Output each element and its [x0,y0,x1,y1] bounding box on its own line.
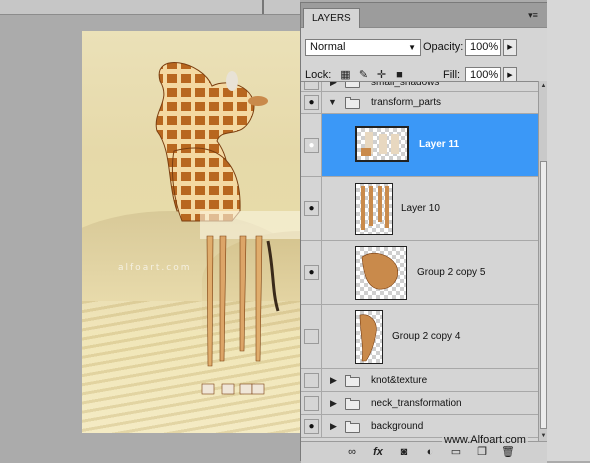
chevron-right-icon[interactable]: ▶ [330,398,337,409]
eye-off-icon[interactable] [304,373,319,388]
layer-name: knot&texture [371,375,428,386]
layer-name: background [371,421,424,432]
giraffe-head-thumbnail [361,253,398,290]
layer-row-group-2-copy-5[interactable]: ● Group 2 copy 5 [301,241,538,305]
opacity-label: Opacity: [423,41,464,53]
eye-icon[interactable]: ● [304,419,319,434]
canvas-watermark: alfoart.com [118,263,192,273]
blend-mode-select[interactable]: Normal ▼ [305,39,421,56]
folder-icon [345,398,360,410]
fill-label: Fill: [443,69,461,81]
panel-tab-bar: LAYERS ▾≡ [301,3,547,28]
layer-name: Layer 10 [401,203,440,214]
scroll-handle[interactable] [262,0,264,14]
workspace-edge [547,0,590,461]
new-layer-icon[interactable]: ❐ [475,445,489,459]
folder-icon [345,97,360,109]
chevron-right-icon[interactable]: ▶ [330,421,337,432]
layer-row-layer-10[interactable]: ● Layer 10 [301,177,538,241]
layer-name: neck_transformation [371,398,462,409]
document-top-strip [0,0,300,15]
chevron-right-icon[interactable]: ▶ [330,375,337,386]
layer-name: transform_parts [371,97,442,108]
layer-style-fx-icon[interactable]: fx [371,445,385,459]
delete-layer-icon[interactable]: 🗑 [501,445,515,459]
layer-group-small-shadows[interactable]: ▶ small_shadows [301,81,538,92]
legs-thumbnail [361,186,389,230]
scrollbar-thumb[interactable] [540,161,547,429]
layer-row-layer-11[interactable]: ● Layer 11 [301,114,538,177]
chevron-down-icon[interactable]: ▼ [328,97,337,107]
eye-off-icon[interactable] [304,82,319,90]
adjustment-layer-icon[interactable]: ◐ [423,445,437,459]
link-layers-icon[interactable]: ∞ [345,445,359,459]
document-canvas[interactable]: alfoart.com [82,31,300,433]
giraffe-neck-thumbnail [359,314,377,362]
layer-name: Group 2 copy 5 [417,267,486,278]
visibility-cell[interactable]: ● [301,241,322,304]
visibility-cell[interactable]: ● [301,114,322,176]
layer-group-neck-transformation[interactable]: ▶ neck_transformation [301,392,538,415]
layer-thumbnail [355,126,409,162]
eye-icon[interactable]: ● [304,201,319,216]
giraffe-illustration [155,62,300,395]
folder-icon [345,375,360,387]
eye-icon[interactable]: ● [304,95,319,110]
chevron-down-icon: ▼ [408,43,416,52]
hooves-thumbnail [361,132,399,156]
layer-name: small_shadows [371,81,440,88]
visibility-cell[interactable]: ● [301,177,322,240]
layer-thumbnail [355,246,407,300]
opacity-slider-toggle[interactable]: ▶ [503,39,517,56]
eye-icon[interactable]: ● [304,265,319,280]
new-group-icon[interactable]: ▭ [449,445,463,459]
layer-name: Layer 11 [419,139,460,150]
folder-icon [345,82,360,88]
layer-name: Group 2 copy 4 [392,331,461,342]
layer-row-group-2-copy-4[interactable]: Group 2 copy 4 [301,305,538,369]
blend-opacity-row: Normal ▼ Opacity: 100% ▶ [301,37,547,59]
layer-list: ▶ small_shadows ● ▼ transform_parts ● La… [301,81,538,446]
eye-off-icon[interactable] [304,396,319,411]
visibility-cell[interactable] [301,82,322,91]
tab-layers[interactable]: LAYERS [303,8,360,28]
eye-icon[interactable]: ● [304,138,319,153]
folder-icon [345,421,360,433]
visibility-cell[interactable] [301,305,322,368]
lock-label: Lock: [305,69,332,81]
layer-thumbnail [355,183,393,235]
layers-panel: LAYERS ▾≡ Normal ▼ Opacity: 100% ▶ Lock:… [300,2,548,463]
visibility-cell[interactable] [301,369,322,391]
layer-group-transform-parts[interactable]: ● ▼ transform_parts [301,92,538,114]
opacity-field[interactable]: 100% [465,39,501,56]
chevron-right-icon[interactable]: ▶ [330,82,337,88]
eye-off-icon[interactable] [304,329,319,344]
layer-thumbnail [355,310,383,364]
visibility-cell[interactable] [301,392,322,414]
layer-mask-icon[interactable]: ◙ [397,445,411,459]
panel-menu-icon[interactable]: ▾≡ [527,9,539,21]
visibility-cell[interactable]: ● [301,415,322,437]
visibility-cell[interactable]: ● [301,92,322,113]
layer-group-knot-texture[interactable]: ▶ knot&texture [301,369,538,392]
site-credit: www.Alfoart.com [442,434,528,446]
blend-mode-value: Normal [310,41,346,53]
